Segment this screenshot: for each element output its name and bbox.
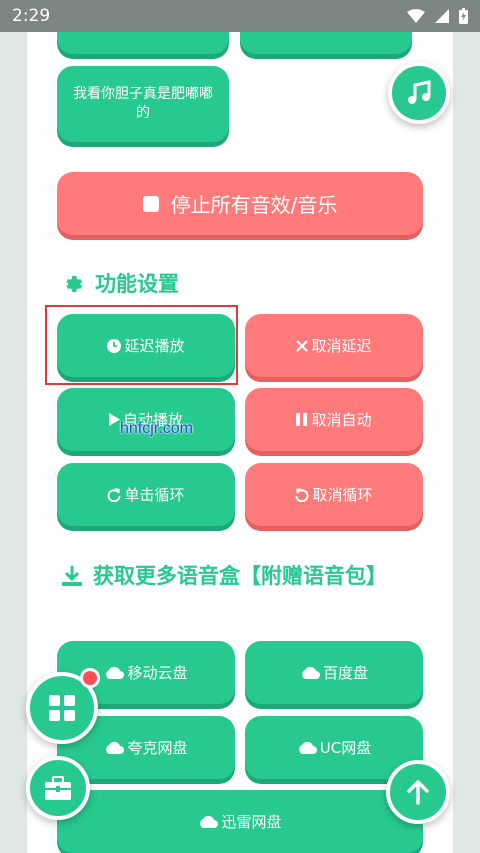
sound-button-partial-1[interactable] [57,32,229,54]
xunlei-pan-button[interactable]: 迅雷网盘 [57,790,423,853]
cancel-delay-button[interactable]: 取消延迟 [245,314,423,377]
cancel-auto-button[interactable]: 取消自动 [245,388,423,451]
sound-button[interactable]: 我看你胆子真是肥嘟嘟的 [57,66,229,142]
music-fab[interactable] [388,62,450,124]
watermark: hnfcjr.com [120,420,193,437]
quark-pan-label: 夸克网盘 [127,739,188,757]
signal-icon [435,9,449,23]
uc-pan-label: UC网盘 [319,739,372,757]
cloud-icon [198,815,219,828]
settings-title: 功能设置 [61,268,179,305]
status-bar: 2:29 [0,0,480,32]
status-icons [407,8,468,24]
toolbox-fab[interactable] [26,756,90,820]
sound-button-partial-2[interactable] [240,32,412,54]
mobile-cloud-label: 移动云盘 [127,664,188,682]
battery-icon [459,8,468,24]
stop-icon [142,195,159,212]
cancel-delay-label: 取消延迟 [311,337,372,355]
wifi-icon [407,9,425,23]
status-time: 2:29 [12,6,51,26]
scroll-top-fab[interactable] [386,760,450,824]
xunlei-pan-label: 迅雷网盘 [221,813,282,831]
gear-icon [61,272,85,305]
settings-title-label: 功能设置 [95,272,179,296]
grid-icon [49,695,75,721]
download-icon [61,564,83,596]
close-icon [296,339,309,352]
toolbox-icon [45,776,71,800]
stop-all-button[interactable]: 停止所有音效/音乐 [57,172,423,235]
cancel-loop-button[interactable]: 取消循环 [245,463,423,526]
arrow-up-icon [407,780,429,805]
highlight-box [45,305,238,385]
cancel-loop-label: 取消循环 [312,486,373,504]
cancel-auto-label: 取消自动 [311,411,372,429]
stop-all-label: 停止所有音效/音乐 [170,193,338,217]
single-loop-label: 单击循环 [124,486,185,504]
redo-icon [107,487,121,502]
main-content: 我看你胆子真是肥嘟嘟的 停止所有音效/音乐 功能设置 延迟播放 取消延迟 自动播… [27,32,453,853]
cloud-icon [104,666,125,679]
cloud-icon [297,741,317,754]
music-note-icon [408,80,431,104]
cloud-icon [104,741,125,754]
notification-badge [80,668,100,688]
download-title: 获取更多语音盒【附赠语音包】 [61,560,401,596]
baidu-pan-label: 百度盘 [322,664,368,682]
baidu-pan-button[interactable]: 百度盘 [245,641,423,704]
pause-icon [296,413,308,426]
cloud-icon [300,666,320,679]
single-loop-button[interactable]: 单击循环 [57,463,235,526]
download-title-label: 获取更多语音盒【附赠语音包】 [93,564,387,588]
sound-button-label: 我看你胆子真是肥嘟嘟的 [73,86,213,121]
undo-icon [295,487,309,502]
play-icon [108,413,120,426]
